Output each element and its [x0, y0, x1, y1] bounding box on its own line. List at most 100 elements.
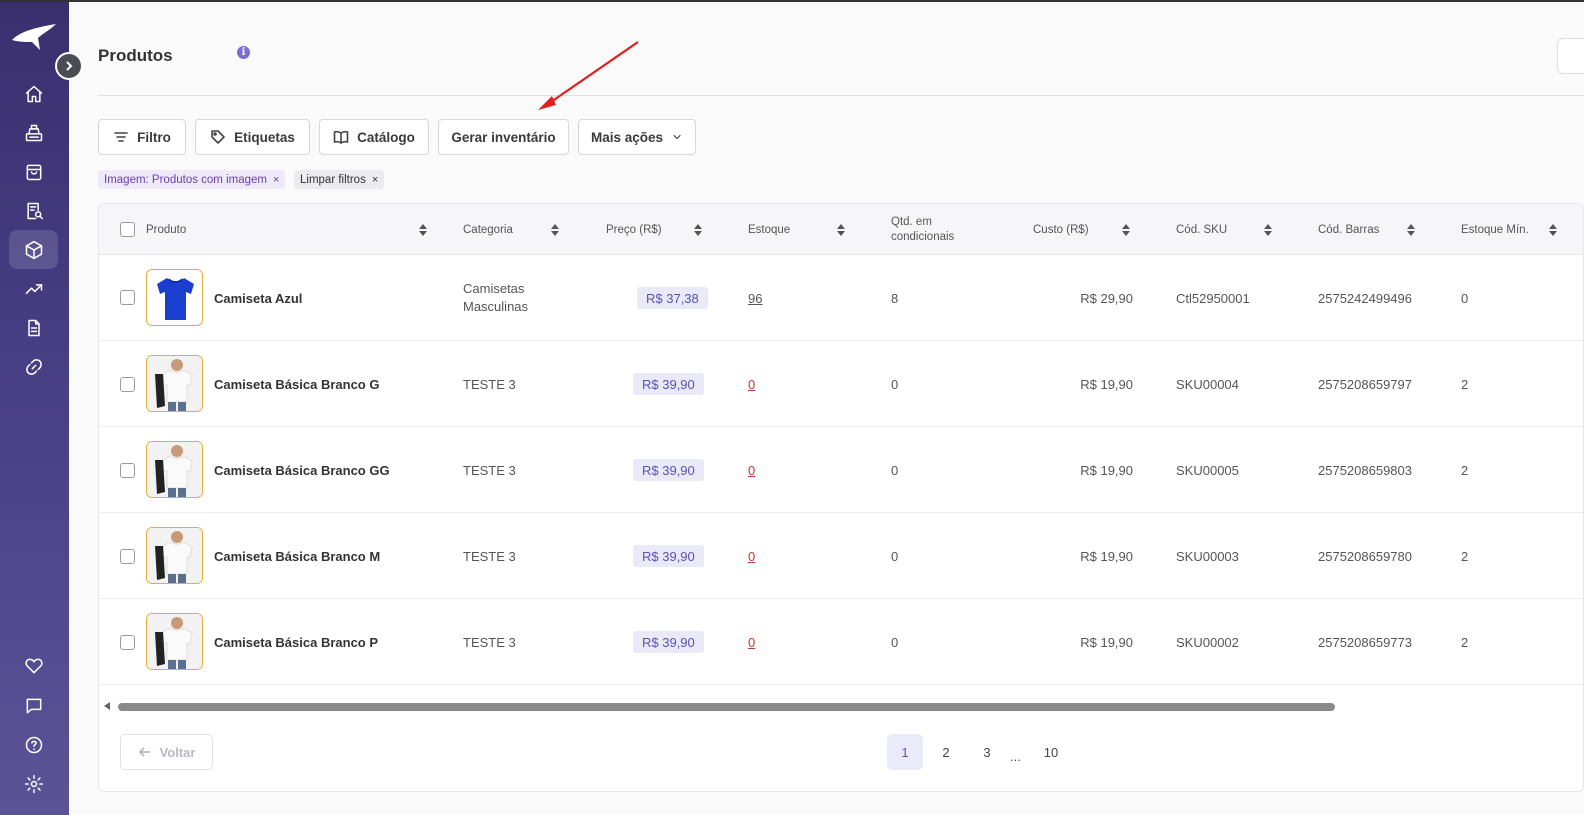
cost-value: R$ 19,90 [1080, 462, 1133, 478]
header-min-stock[interactable]: Estoque Mín. [1461, 204, 1529, 255]
header-stock[interactable]: Estoque [748, 204, 790, 255]
sku-value: SKU00003 [1176, 548, 1239, 564]
page-button-1[interactable]: 1 [887, 734, 923, 770]
filter-label: Filtro [137, 129, 171, 145]
barcode-value: 2575208659780 [1318, 548, 1412, 564]
scroll-left-arrow-icon[interactable] [104, 702, 110, 710]
row-checkbox[interactable] [120, 549, 135, 564]
sort-icon[interactable] [694, 223, 702, 236]
info-icon[interactable]: i [237, 46, 250, 59]
sku-value: Ctl52950001 [1176, 290, 1250, 306]
product-name[interactable]: Camiseta Básica Branco G [214, 341, 379, 427]
price-badge[interactable]: R$ 39,90 [633, 373, 704, 395]
product-name[interactable]: Camiseta Básica Branco P [214, 599, 378, 685]
home-icon[interactable] [22, 82, 46, 106]
select-all-checkbox[interactable] [120, 222, 135, 237]
product-thumbnail-white-tshirt[interactable] [146, 613, 203, 670]
stock-value[interactable]: 0 [748, 341, 755, 427]
min-stock-value: 2 [1461, 376, 1469, 392]
conditional-qty-value: 0 [891, 634, 899, 650]
product-thumbnail-white-tshirt[interactable] [146, 355, 203, 412]
page-button-2[interactable]: 2 [928, 734, 964, 770]
settings-icon[interactable] [22, 772, 46, 796]
generate-inventory-button[interactable]: Gerar inventário [438, 119, 569, 155]
min-stock-value: 2 [1461, 634, 1469, 650]
chat-icon[interactable] [22, 694, 46, 718]
header-product[interactable]: Produto [146, 204, 186, 255]
top-border [0, 0, 1584, 2]
stock-value[interactable]: 0 [748, 599, 755, 685]
box-icon[interactable] [22, 238, 46, 262]
product-name[interactable]: Camiseta Azul [214, 255, 302, 341]
header-conditional-qty-line2: condicionais [891, 230, 955, 243]
product-thumbnail-blue-tshirt[interactable] [146, 269, 203, 326]
price-badge[interactable]: R$ 39,90 [633, 459, 704, 481]
book-icon [333, 130, 349, 144]
clear-filters-close-icon[interactable]: × [372, 174, 378, 186]
back-button[interactable]: Voltar [120, 734, 213, 770]
clear-filters-chip[interactable]: Limpar filtros × [294, 170, 385, 189]
header-action-box[interactable] [1557, 38, 1584, 74]
heart-icon[interactable] [22, 654, 46, 678]
link-icon[interactable] [22, 355, 46, 379]
sort-icon[interactable] [1407, 223, 1415, 236]
product-thumbnail-white-tshirt[interactable] [146, 527, 203, 584]
cost-value: R$ 29,90 [1080, 290, 1133, 306]
sidebar-toggle-button[interactable] [55, 52, 83, 80]
row-checkbox[interactable] [120, 635, 135, 650]
tags-button[interactable]: Etiquetas [195, 119, 310, 155]
conditional-qty-value: 0 [891, 548, 899, 564]
price-badge[interactable]: R$ 39,90 [633, 631, 704, 653]
table-row[interactable]: Camiseta Básica Branco G TESTE 3 R$ 39,9… [99, 341, 1583, 427]
sort-icon[interactable] [1122, 223, 1130, 236]
sort-icon[interactable] [551, 223, 559, 236]
scrollbar-thumb[interactable] [118, 703, 1335, 711]
header-price[interactable]: Preço (R$) [606, 204, 662, 255]
price-badge[interactable]: R$ 39,90 [633, 545, 704, 567]
product-category: TESTE 3 [463, 548, 516, 564]
table-row[interactable]: Camiseta Básica Branco P TESTE 3 R$ 39,9… [99, 599, 1583, 685]
page-button-10[interactable]: 10 [1033, 734, 1069, 770]
shopping-bag-icon[interactable] [22, 160, 46, 184]
sort-icon[interactable] [1264, 223, 1272, 236]
help-icon[interactable] [22, 733, 46, 757]
back-label: Voltar [159, 744, 196, 760]
stock-value[interactable]: 0 [748, 513, 755, 599]
product-thumbnail-white-tshirt[interactable] [146, 441, 203, 498]
row-checkbox[interactable] [120, 290, 135, 305]
filter-chip-image[interactable]: Imagem: Produtos com imagem × [98, 170, 286, 189]
header-sku[interactable]: Cód. SKU [1176, 204, 1227, 255]
more-actions-button[interactable]: Mais ações [578, 119, 696, 155]
chevron-right-icon [66, 61, 73, 71]
catalog-button[interactable]: Catálogo [319, 119, 429, 155]
cost-value: R$ 19,90 [1080, 548, 1133, 564]
table-row[interactable]: Camiseta Azul Camisetas Masculinas R$ 37,… [99, 255, 1583, 341]
row-checkbox[interactable] [120, 463, 135, 478]
stock-value[interactable]: 96 [748, 255, 762, 341]
min-stock-value: 2 [1461, 548, 1469, 564]
sort-icon[interactable] [419, 223, 427, 236]
header-barcode[interactable]: Cód. Barras [1318, 204, 1379, 255]
filter-button[interactable]: Filtro [98, 119, 186, 155]
document-icon[interactable] [22, 316, 46, 340]
sort-icon[interactable] [1549, 223, 1557, 236]
table-row[interactable]: Camiseta Básica Branco M TESTE 3 R$ 39,9… [99, 513, 1583, 599]
product-name[interactable]: Camiseta Básica Branco GG [214, 427, 390, 513]
table-row[interactable]: Camiseta Básica Branco GG TESTE 3 R$ 39,… [99, 427, 1583, 513]
stock-value[interactable]: 0 [748, 427, 755, 513]
trending-up-icon[interactable] [22, 277, 46, 301]
header-conditional-qty[interactable]: Qtd. em condicionais [891, 204, 954, 255]
header-category[interactable]: Categoria [463, 204, 513, 255]
remove-filter-icon[interactable]: × [273, 174, 279, 186]
receipt-search-icon[interactable] [22, 199, 46, 223]
row-checkbox[interactable] [120, 377, 135, 392]
catalog-label: Catálogo [357, 129, 415, 145]
header-cost[interactable]: Custo (R$) [1033, 204, 1089, 255]
product-category: Camisetas Masculinas [463, 281, 529, 314]
cash-register-icon[interactable] [22, 121, 46, 145]
sort-icon[interactable] [837, 223, 845, 236]
product-name[interactable]: Camiseta Básica Branco M [214, 513, 380, 599]
brand-logo[interactable] [10, 20, 58, 54]
price-badge[interactable]: R$ 37,38 [637, 287, 708, 309]
page-button-3[interactable]: 3 [969, 734, 1005, 770]
